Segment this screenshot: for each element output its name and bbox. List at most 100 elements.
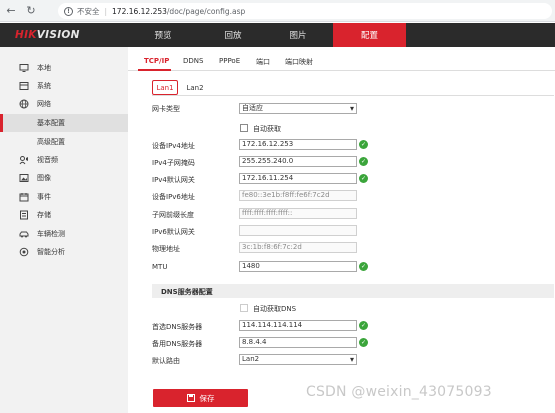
mtu-field[interactable]: 1480 [239, 261, 357, 272]
save-icon [186, 394, 195, 402]
primary-dns-label: 首选DNS服务器 [152, 323, 203, 331]
tab-port[interactable]: 端口 [256, 57, 270, 67]
back-button[interactable]: ← [2, 2, 20, 20]
tab-lan2[interactable]: Lan2 [182, 80, 208, 95]
sidebar-item-basic-config[interactable]: 基本配置 [0, 114, 128, 132]
valid-check-icon: ✓ [359, 157, 368, 166]
prefix-length-field: ffff:ffff:ffff:ffff:: [239, 208, 357, 219]
sidebar-item-label: 本地 [37, 64, 51, 72]
sidebar-item-image[interactable]: 图像 [0, 169, 128, 187]
sidebar-item-vehicle-detection[interactable]: 车辆检测 [0, 225, 128, 243]
app-header: HIKVISION 预览 回放 图片 配置 [0, 23, 555, 47]
prefix-length-label: 子网前缀长度 [152, 211, 194, 219]
sidebar-item-event[interactable]: 事件 [0, 188, 128, 206]
mac-address-label: 物理地址 [152, 245, 180, 253]
tab-ddns[interactable]: DDNS [183, 57, 203, 65]
primary-dns-field[interactable]: 114.114.114.114 [239, 320, 357, 331]
auto-get-label: 自动获取 [253, 125, 281, 133]
ipv4-mask-label: IPv4子网掩码 [152, 159, 195, 167]
sidebar-item-label: 网络 [37, 100, 51, 108]
valid-check-icon: ✓ [359, 262, 368, 271]
sidebar-item-audio-video[interactable]: 视音频 [0, 151, 128, 169]
auto-dns-label: 自动获取DNS [253, 305, 297, 313]
sidebar-item-label: 视音频 [37, 156, 58, 164]
arrow-left-icon: ← [6, 4, 16, 17]
auto-get-checkbox[interactable] [240, 124, 248, 132]
hikvision-logo: HIKVISION [15, 29, 80, 41]
sidebar-item-storage[interactable]: 存储 [0, 206, 128, 224]
storage-icon [19, 210, 29, 220]
sidebar-item-label: 系统 [37, 82, 51, 90]
sidebar-item-label: 智能分析 [37, 248, 65, 256]
audio-video-icon [19, 155, 29, 165]
tab-pppoe[interactable]: PPPoE [219, 57, 240, 65]
ipv4-address-field[interactable]: 172.16.12.253 [239, 139, 357, 150]
globe-icon [19, 99, 29, 109]
analysis-icon [19, 247, 29, 257]
url-host: 172.16.12.253 [112, 6, 167, 16]
ipv6-gateway-label: IPv6默认网关 [152, 228, 195, 236]
ipv4-gateway-field[interactable]: 172.16.11.254 [239, 173, 357, 184]
reload-button[interactable]: ↻ [22, 2, 40, 20]
nic-type-select[interactable]: 自适应 [239, 103, 357, 114]
lan-tabs-divider [152, 95, 554, 96]
image-icon [19, 173, 29, 183]
monitor-icon [19, 63, 29, 73]
config-subtabs: TCP/IP DDNS PPPoE 端口 端口映射 [128, 47, 555, 71]
active-tab-indicator [138, 69, 171, 71]
sidebar-item-system[interactable]: 系统 [0, 77, 128, 95]
default-route-label: 默认路由 [152, 357, 180, 365]
nav-configuration[interactable]: 配置 [333, 23, 406, 47]
sidebar-item-smart-analysis[interactable]: 智能分析 [0, 243, 128, 261]
secondary-dns-label: 备用DNS服务器 [152, 340, 203, 348]
save-button-label: 保存 [199, 393, 215, 403]
address-separator: | [104, 6, 108, 16]
valid-check-icon: ✓ [359, 174, 368, 183]
dns-section-header: DNS服务器配置 [152, 284, 554, 298]
calendar-icon [19, 192, 29, 202]
car-icon [19, 229, 29, 239]
tab-lan1[interactable]: Lan1 [152, 80, 178, 95]
save-button[interactable]: 保存 [153, 389, 248, 407]
nav-playback[interactable]: 回放 [198, 23, 268, 47]
mtu-label: MTU [152, 263, 168, 271]
logo-part-hik: HIK [15, 29, 37, 41]
ipv6-gateway-field [239, 225, 357, 236]
ipv4-mask-field[interactable]: 255.255.240.0 [239, 156, 357, 167]
security-status: 不安全 [77, 6, 100, 16]
sidebar-item-network[interactable]: 网络 [0, 95, 128, 113]
ipv4-address-label: 设备IPv4地址 [152, 142, 195, 150]
valid-check-icon: ✓ [359, 338, 368, 347]
nav-preview[interactable]: 预览 [128, 23, 198, 47]
warning-icon: ! [64, 6, 73, 16]
reload-icon: ↻ [26, 4, 36, 17]
auto-dns-checkbox [240, 304, 248, 312]
sidebar-item-advanced-config[interactable]: 高级配置 [0, 133, 128, 151]
ipv6-address-field: fe80::3e1b:f8ff:fe6f:7c2d [239, 190, 357, 201]
sidebar-item-label: 存储 [37, 211, 51, 219]
nav-picture[interactable]: 图片 [263, 23, 333, 47]
sidebar-item-label: 高级配置 [37, 138, 65, 146]
browser-toolbar: ← ↻ ! 不安全 | 172.16.12.253 /doc/page/conf… [0, 0, 555, 22]
sidebar-item-label: 图像 [37, 174, 51, 182]
valid-check-icon: ✓ [359, 140, 368, 149]
address-bar[interactable]: ! 不安全 | 172.16.12.253 /doc/page/config.a… [58, 3, 552, 19]
system-icon [19, 81, 29, 91]
url-path: /doc/page/config.asp [166, 6, 246, 16]
secondary-dns-field[interactable]: 8.8.4.4 [239, 337, 357, 348]
tab-port-mapping[interactable]: 端口映射 [285, 57, 313, 67]
sidebar-item-label: 车辆检测 [37, 230, 65, 238]
tab-tcpip[interactable]: TCP/IP [144, 57, 169, 65]
default-route-select[interactable]: Lan2 [239, 354, 357, 365]
ipv6-address-label: 设备IPv6地址 [152, 193, 195, 201]
mac-address-field: 3c:1b:f8:6f:7c:2d [239, 242, 357, 253]
logo-part-vision: VISION [36, 29, 80, 41]
sidebar-item-label: 基本配置 [37, 119, 65, 127]
watermark: CSDN @weixin_43075093 [306, 384, 492, 400]
valid-check-icon: ✓ [359, 321, 368, 330]
sidebar-item-local[interactable]: 本地 [0, 59, 128, 77]
sidebar: 本地 系统 网络 基本配置 高级配置 视音频 图像 事件 存储 车辆检测 智能分… [0, 47, 128, 413]
dns-section-title: DNS服务器配置 [161, 288, 213, 296]
ipv4-gateway-label: IPv4默认网关 [152, 176, 195, 184]
nic-type-label: 网卡类型 [152, 105, 180, 113]
